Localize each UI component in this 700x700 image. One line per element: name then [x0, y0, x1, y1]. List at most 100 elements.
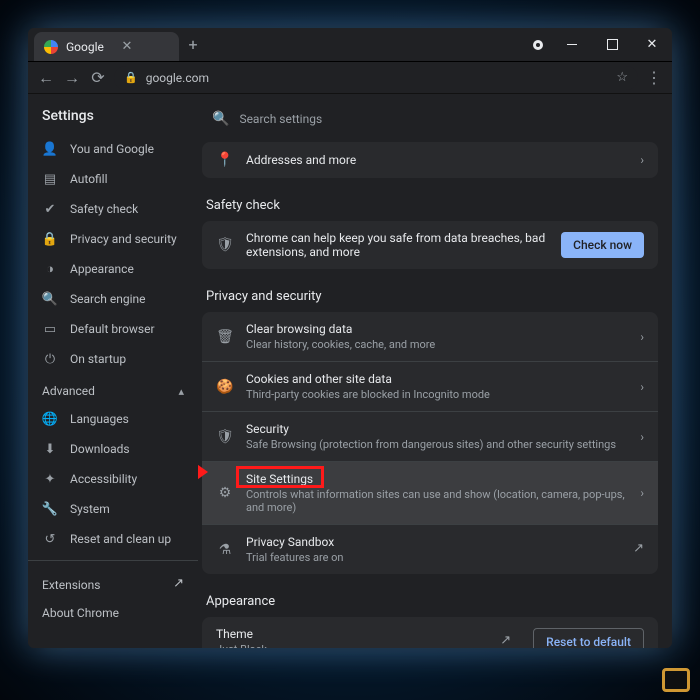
new-tab-button[interactable]: +	[179, 28, 207, 61]
addresses-card: 📍 Addresses and more ›	[202, 142, 658, 178]
chevron-right-icon: ›	[640, 380, 644, 394]
row-title: Privacy Sandbox	[246, 535, 621, 549]
lock-icon: 🔒	[42, 231, 58, 247]
open-external-icon	[633, 542, 644, 557]
section-safety-check: Safety check	[198, 188, 662, 215]
sidebar-item-label: Appearance	[70, 262, 134, 276]
row-safety-check: 🛡 Chrome can help keep you safe from dat…	[202, 221, 658, 269]
row-title: Theme	[216, 627, 488, 641]
sidebar-item-label: Search engine	[70, 292, 145, 306]
forward-button[interactable]: →	[62, 68, 82, 88]
omnibox[interactable]: 🔒 google.com ☆	[114, 66, 638, 90]
row-privacy-sandbox[interactable]: ⚗ Privacy Sandbox Trial features are on	[202, 524, 658, 574]
chevron-right-icon: ›	[640, 430, 644, 444]
appearance-icon: ◑	[42, 261, 58, 277]
flask-icon: ⚗	[216, 542, 234, 558]
accessibility-icon: ✦	[42, 471, 58, 487]
sidebar-item-label: Privacy and security	[70, 232, 177, 246]
open-external-icon	[173, 577, 184, 592]
browser-tab[interactable]: Google ✕	[34, 32, 179, 61]
row-site-settings[interactable]: ⚙ Site Settings Controls what informatio…	[202, 461, 658, 524]
row-title: Addresses and more	[246, 153, 628, 167]
globe-icon: 🌐	[42, 411, 58, 427]
row-title: Security	[246, 422, 628, 436]
sidebar-item-autofill[interactable]: ▤ Autofill	[28, 164, 198, 194]
window-close[interactable]	[632, 28, 672, 61]
row-security[interactable]: 🛡 Security Safe Browsing (protection fro…	[202, 411, 658, 461]
row-cookies[interactable]: 🍪 Cookies and other site data Third-part…	[202, 361, 658, 411]
search-icon: 🔍	[212, 111, 229, 127]
settings-heading: Settings	[28, 102, 198, 134]
settings-sidebar: Settings 👤 You and Google ▤ Autofill ✔ S…	[28, 94, 198, 648]
browser-menu-button[interactable]: ⋮	[644, 68, 664, 87]
sidebar-item-reset[interactable]: ↺ Reset and clean up	[28, 524, 198, 554]
chevron-up-icon: ▴	[178, 385, 184, 398]
sidebar-item-appearance[interactable]: ◑ Appearance	[28, 254, 198, 284]
reset-to-default-button[interactable]: Reset to default	[533, 628, 644, 649]
watermark	[662, 668, 690, 692]
sidebar-item-default-browser[interactable]: ▭ Default browser	[28, 314, 198, 344]
download-icon: ⬇	[42, 441, 58, 457]
safety-desc: Chrome can help keep you safe from data …	[246, 231, 549, 259]
chrome-favicon	[44, 40, 58, 54]
extensions-label: Extensions	[42, 578, 100, 592]
close-tab-icon[interactable]: ✕	[122, 39, 170, 54]
sidebar-item-safety-check[interactable]: ✔ Safety check	[28, 194, 198, 224]
sidebar-item-accessibility[interactable]: ✦ Accessibility	[28, 464, 198, 494]
sidebar-item-label: Accessibility	[70, 472, 137, 486]
sidebar-item-label: You and Google	[70, 142, 154, 156]
section-privacy: Privacy and security	[198, 279, 662, 306]
row-title: Clear browsing data	[246, 322, 628, 336]
browser-icon: ▭	[42, 321, 58, 337]
search-placeholder: Search settings	[239, 112, 322, 126]
back-button[interactable]: ←	[36, 68, 56, 88]
privacy-card: 🗑 Clear browsing data Clear history, coo…	[202, 312, 658, 574]
pin-icon: 📍	[216, 152, 234, 168]
chevron-right-icon: ›	[640, 486, 644, 500]
appearance-card: Theme Just Black Reset to default	[202, 617, 658, 648]
lock-icon: 🔒	[124, 71, 138, 84]
window-maximize[interactable]	[592, 28, 632, 61]
sidebar-item-downloads[interactable]: ⬇ Downloads	[28, 434, 198, 464]
sidebar-item-label: Reset and clean up	[70, 532, 171, 546]
sidebar-item-privacy[interactable]: 🔒 Privacy and security	[28, 224, 198, 254]
row-theme[interactable]: Theme Just Black Reset to default	[202, 617, 658, 648]
row-clear-browsing-data[interactable]: 🗑 Clear browsing data Clear history, coo…	[202, 312, 658, 361]
chevron-right-icon: ›	[640, 330, 644, 344]
sidebar-item-search-engine[interactable]: 🔍 Search engine	[28, 284, 198, 314]
sidebar-extensions[interactable]: Extensions	[28, 567, 198, 602]
shield-check-icon: 🛡	[216, 237, 234, 253]
sidebar-item-languages[interactable]: 🌐 Languages	[28, 404, 198, 434]
tab-title: Google	[66, 40, 114, 54]
settings-content: Settings 👤 You and Google ▤ Autofill ✔ S…	[28, 94, 672, 648]
sidebar-item-on-startup[interactable]: ⏻ On startup	[28, 344, 198, 374]
row-subtitle: Clear history, cookies, cache, and more	[246, 338, 628, 351]
sidebar-item-system[interactable]: 🔧 System	[28, 494, 198, 524]
sidebar-advanced-toggle[interactable]: Advanced ▴	[28, 374, 198, 404]
watermark-logo-icon	[662, 668, 690, 692]
check-now-button[interactable]: Check now	[561, 232, 644, 258]
settings-search[interactable]: 🔍 Search settings	[202, 102, 662, 136]
open-external-icon	[500, 634, 511, 648]
cookie-icon: 🍪	[216, 379, 234, 395]
sidebar-item-label: Default browser	[70, 322, 155, 336]
window-minimize[interactable]	[552, 28, 592, 61]
reset-icon: ↺	[42, 531, 58, 547]
urlbar: ← → ⟳ 🔒 google.com ☆ ⋮	[28, 62, 672, 94]
row-subtitle: Safe Browsing (protection from dangerous…	[246, 438, 628, 451]
titlebar: Google ✕ +	[28, 28, 672, 62]
row-addresses[interactable]: 📍 Addresses and more ›	[202, 142, 658, 178]
account-indicator[interactable]	[524, 28, 552, 61]
reload-button[interactable]: ⟳	[88, 68, 108, 88]
settings-main: 🔍 Search settings 📍 Addresses and more ›…	[198, 94, 672, 648]
person-icon: 👤	[42, 141, 58, 157]
advanced-label: Advanced	[42, 384, 95, 398]
safety-check-card: 🛡 Chrome can help keep you safe from dat…	[202, 221, 658, 269]
sidebar-item-label: System	[70, 502, 110, 516]
bookmark-star-icon[interactable]: ☆	[616, 70, 628, 85]
sidebar-item-label: Autofill	[70, 172, 108, 186]
sidebar-about-chrome[interactable]: About Chrome	[28, 602, 198, 630]
sidebar-item-you-and-google[interactable]: 👤 You and Google	[28, 134, 198, 164]
row-subtitle: Controls what information sites can use …	[246, 488, 628, 514]
row-subtitle: Third-party cookies are blocked in Incog…	[246, 388, 628, 401]
